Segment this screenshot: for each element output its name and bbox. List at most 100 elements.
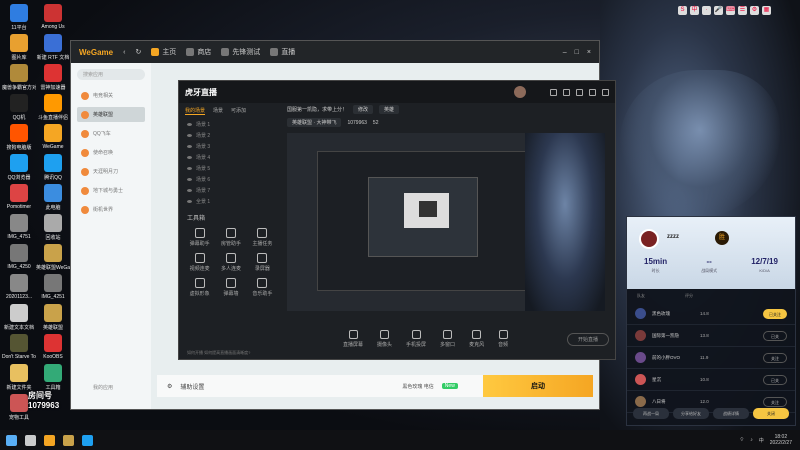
follow-button[interactable]: 关注: [763, 396, 787, 407]
result-action-button[interactable]: 关闭: [753, 408, 789, 419]
sidebar-item[interactable]: 英雄联盟: [77, 107, 145, 122]
desktop-icon[interactable]: 斗鱼直播伴侣: [36, 94, 70, 121]
browser-icon[interactable]: [82, 434, 93, 446]
desktop-icon[interactable]: 腾讯QQ: [36, 154, 70, 181]
tab-scenes[interactable]: 场景: [213, 107, 223, 115]
all-scenes-row[interactable]: 全景 1: [179, 196, 283, 207]
volume-icon[interactable]: ♪: [750, 437, 753, 443]
desktop-icon[interactable]: IMG_4251: [36, 274, 70, 300]
eye-icon[interactable]: [187, 178, 192, 181]
search-input[interactable]: 搜索应用: [77, 69, 145, 80]
desktop-icon[interactable]: Don't Starve Together: [2, 334, 36, 360]
source-button[interactable]: 摄像头: [377, 330, 392, 348]
desktop-icon[interactable]: 新建 RTF 文档: [36, 34, 70, 61]
desktop-icon[interactable]: 11平台: [2, 4, 36, 31]
desktop-icon[interactable]: 雷神加速器: [36, 64, 70, 91]
edit-title-button[interactable]: 修改: [353, 105, 374, 114]
wifi-icon[interactable]: ⌔: [740, 437, 745, 443]
share-icon[interactable]: [602, 88, 609, 96]
follow-button[interactable]: 已关: [763, 374, 787, 385]
tray-icon[interactable]: ⚙: [750, 6, 759, 15]
desktop-icon[interactable]: 魔兽争霸官方对战平台: [2, 64, 36, 91]
close-icon[interactable]: ×: [587, 49, 591, 56]
scene-item[interactable]: 场景 2: [179, 130, 283, 141]
avatar[interactable]: [514, 86, 526, 98]
desktop-icon[interactable]: Among Us: [36, 4, 70, 30]
tool-button[interactable]: 视频连麦: [185, 253, 214, 272]
maximize-icon[interactable]: □: [575, 49, 579, 56]
result-action-button[interactable]: 再战一局: [633, 408, 669, 419]
tab-home[interactable]: 主页: [151, 47, 176, 57]
desktop-icon[interactable]: 工具箱: [36, 364, 70, 391]
windows-icon[interactable]: [6, 434, 17, 446]
sidebar-item[interactable]: 电竞相关: [77, 88, 145, 103]
source-button[interactable]: 麦克风: [469, 330, 484, 348]
scene-item[interactable]: 场景 4: [179, 152, 283, 163]
sidebar-item[interactable]: QQ飞车: [77, 126, 145, 141]
tray-icon[interactable]: 中: [690, 6, 699, 15]
ime-toolbar[interactable]: S 中 · 🎤 ⌨ ☰ ⚙ ▦: [678, 6, 771, 15]
eye-icon[interactable]: [187, 167, 192, 170]
gift-icon[interactable]: [563, 88, 570, 96]
desktop-icon[interactable]: 20201123...: [2, 274, 36, 300]
tool-button[interactable]: 弹幕助手: [185, 228, 214, 247]
eye-icon[interactable]: [187, 189, 192, 192]
tool-button[interactable]: 音乐助手: [248, 278, 277, 297]
tool-button[interactable]: 房管助手: [216, 228, 245, 247]
tab-my-scenes[interactable]: 我的场景: [185, 107, 206, 115]
result-action-button[interactable]: 战绩详情: [713, 408, 749, 419]
sidebar-item[interactable]: 使命召唤: [77, 145, 145, 160]
tray-icon[interactable]: ☰: [738, 6, 747, 15]
eye-icon[interactable]: [187, 156, 192, 159]
desktop-icon[interactable]: 搜狗电脑版: [2, 124, 36, 151]
scene-item[interactable]: 场景 6: [179, 174, 283, 185]
source-button[interactable]: 多窗口: [440, 330, 455, 348]
room-category[interactable]: 英雄联盟 · 大神带飞: [287, 118, 342, 127]
refresh-icon[interactable]: ↻: [135, 48, 141, 56]
desktop-icon[interactable]: QQ浏览器: [2, 154, 36, 181]
desktop-icon[interactable]: KooOBS: [36, 334, 70, 360]
assist-settings-link[interactable]: 辅助设置: [180, 382, 204, 391]
launch-button[interactable]: 启动: [483, 375, 593, 397]
search-icon[interactable]: [25, 434, 36, 446]
category-select[interactable]: 英雄: [379, 105, 400, 114]
manage-apps-link[interactable]: 我的应用: [93, 384, 113, 391]
source-button[interactable]: 音频: [498, 330, 508, 348]
desktop-icon[interactable]: IMG_4250: [2, 244, 36, 270]
sidebar-item[interactable]: 地下城与勇士: [77, 183, 145, 198]
tab-addable[interactable]: 可添加: [231, 107, 246, 115]
desktop-icon[interactable]: 新建文本文档: [2, 304, 36, 331]
tab-store[interactable]: 商店: [186, 47, 211, 57]
help-hint[interactable]: 如何开播 如何提高直播画面清晰度?: [187, 350, 250, 356]
lock-icon[interactable]: [576, 88, 583, 96]
sidebar-item[interactable]: 街机世界: [77, 202, 145, 217]
settings-icon[interactable]: [589, 88, 596, 96]
scene-item[interactable]: 场景 3: [179, 141, 283, 152]
desktop-icon[interactable]: 此电脑: [36, 184, 70, 211]
tab-live[interactable]: 直播: [270, 47, 295, 57]
server-select[interactable]: 黑色玫瑰 电信: [402, 383, 433, 390]
desktop-icon[interactable]: 英雄联盟WeGame版: [36, 244, 70, 271]
follow-button[interactable]: 已关注: [763, 308, 787, 319]
desktop-icon[interactable]: QQ机: [2, 94, 36, 121]
desktop-icon[interactable]: IMG_4751: [2, 214, 36, 240]
sidebar-item[interactable]: 天涯明月刀: [77, 164, 145, 179]
follow-button[interactable]: 已关: [763, 330, 787, 341]
eye-icon[interactable]: [187, 200, 192, 203]
scene-item[interactable]: 场景 1: [179, 119, 283, 130]
eye-icon[interactable]: [187, 123, 192, 126]
result-action-button[interactable]: 分享给好友: [673, 408, 709, 419]
desktop-icon[interactable]: 英雄联盟: [36, 304, 70, 331]
eye-icon[interactable]: [187, 134, 192, 137]
tray-icon[interactable]: ⌨: [726, 6, 735, 15]
message-icon[interactable]: [550, 88, 557, 96]
lol-icon[interactable]: [63, 434, 74, 446]
scene-item[interactable]: 场景 7: [179, 185, 283, 196]
tool-button[interactable]: 虚拟形象: [185, 278, 214, 297]
ime-indicator[interactable]: 中: [759, 437, 764, 444]
desktop-icon[interactable]: WeGame: [36, 124, 70, 150]
tab-pioneer[interactable]: 先锋测试: [221, 47, 260, 57]
eye-icon[interactable]: [187, 145, 192, 148]
desktop-icon[interactable]: 新建文件夹: [2, 364, 36, 391]
source-button[interactable]: 手机投屏: [406, 330, 426, 348]
